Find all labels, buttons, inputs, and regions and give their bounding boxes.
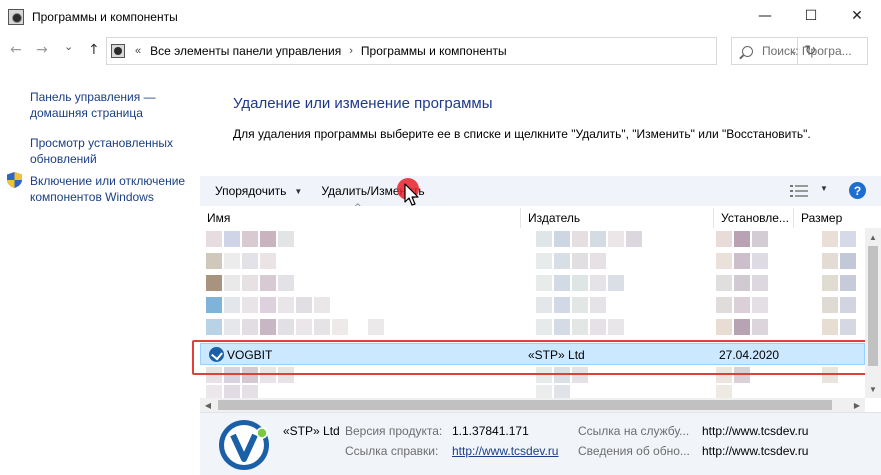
search-placeholder: Поиск: Програ... <box>762 44 852 58</box>
nav-windows-features[interactable]: Включение или отключение компонентов Win… <box>30 173 198 205</box>
column-header-name[interactable]: Имя <box>200 208 521 228</box>
shield-icon <box>7 172 22 188</box>
vertical-scroll-thumb[interactable] <box>868 246 878 366</box>
address-bar[interactable]: « Все элементы панели управления › Прогр… <box>106 37 816 65</box>
details-help-label: Ссылка справки: <box>345 444 439 458</box>
chevron-down-icon: ▼ <box>294 186 303 196</box>
command-toolbar: Упорядочить ▼ Удалить/Изменить ▼ ? <box>200 176 881 206</box>
details-version-label: Версия продукта: <box>345 424 443 438</box>
list-item[interactable] <box>200 272 881 294</box>
forward-button[interactable]: → <box>36 42 48 58</box>
breadcrumb-separator[interactable]: › <box>349 45 353 57</box>
mouse-pointer-icon <box>404 183 419 206</box>
horizontal-scrollbar[interactable]: ◀ ▶ <box>200 398 865 412</box>
scroll-down-icon[interactable]: ▼ <box>865 382 881 396</box>
search-icon <box>742 45 753 57</box>
list-item[interactable] <box>200 316 881 338</box>
control-panel-icon <box>111 44 125 58</box>
minimize-button[interactable]: — <box>742 0 788 32</box>
scroll-left-icon[interactable]: ◀ <box>200 398 216 412</box>
search-input[interactable]: Поиск: Програ... <box>731 37 868 65</box>
breadcrumb-all-items[interactable]: Все элементы панели управления <box>150 44 341 58</box>
column-header-publisher[interactable]: Издатель <box>521 208 714 228</box>
column-header-installed[interactable]: Установле... <box>714 208 794 228</box>
column-header-size[interactable]: Размер <box>794 208 865 228</box>
highlight-frame <box>192 340 878 375</box>
title-bar: Программы и компоненты — ☐ ✕ <box>0 0 881 33</box>
window-title: Программы и компоненты <box>32 9 178 24</box>
list-item[interactable] <box>200 228 881 250</box>
nav-view-updates[interactable]: Просмотр установленных обновлений <box>30 135 198 167</box>
organize-button[interactable]: Упорядочить ▼ <box>215 184 302 198</box>
recent-locations-button[interactable]: ⌄ <box>64 40 73 53</box>
details-publisher: «STP» Ltd <box>283 424 340 438</box>
up-button[interactable]: ↑ <box>88 42 100 58</box>
details-help-link[interactable]: http://www.tcsdev.ru <box>452 444 558 458</box>
back-button[interactable]: ← <box>10 42 22 58</box>
close-button[interactable]: ✕ <box>834 0 880 32</box>
scroll-right-icon[interactable]: ▶ <box>849 398 865 412</box>
vogbit-logo-icon <box>219 420 269 470</box>
vertical-scrollbar[interactable]: ▲ ▼ <box>865 228 881 398</box>
breadcrumb-overflow[interactable]: « <box>135 45 141 57</box>
details-update-label: Сведения об обно... <box>578 444 690 458</box>
page-title: Удаление или изменение программы <box>233 95 493 112</box>
scroll-up-icon[interactable]: ▲ <box>865 230 881 244</box>
view-dropdown-icon[interactable]: ▼ <box>820 184 828 193</box>
list-item[interactable] <box>200 250 881 272</box>
details-support-label: Ссылка на службу... <box>578 424 690 438</box>
details-support-value: http://www.tcsdev.ru <box>702 424 809 438</box>
organize-label: Упорядочить <box>215 184 287 198</box>
list-item[interactable] <box>200 294 881 316</box>
details-update-value: http://www.tcsdev.ru <box>702 444 809 458</box>
horizontal-scroll-thumb[interactable] <box>218 400 832 410</box>
program-list[interactable] <box>200 228 881 402</box>
help-icon[interactable]: ? <box>849 182 866 199</box>
view-options-icon[interactable] <box>790 185 808 197</box>
details-pane: «STP» Ltd Версия продукта: 1.1.37841.171… <box>200 412 881 475</box>
instructions-text: Для удаления программы выберите ее в спи… <box>233 127 811 141</box>
control-panel-icon <box>8 8 24 25</box>
nav-control-panel-home[interactable]: Панель управления — домашняя страница <box>30 89 198 121</box>
maximize-button[interactable]: ☐ <box>788 0 834 32</box>
address-row: ← → ⌄ ↑ « Все элементы панели управления… <box>0 34 881 68</box>
breadcrumb-programs[interactable]: Программы и компоненты <box>361 44 507 58</box>
details-version-value: 1.1.37841.171 <box>452 424 529 438</box>
